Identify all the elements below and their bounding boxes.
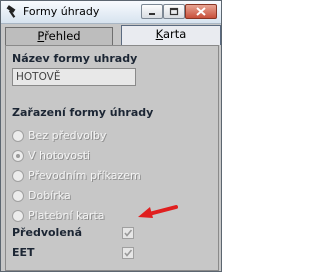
option-label: Bez předvolby: [28, 129, 107, 142]
tab-prehled-label: Přehled: [37, 29, 81, 43]
option-label: Dobírka: [28, 189, 71, 202]
maximize-button[interactable]: [163, 4, 185, 19]
default-checkbox[interactable]: [122, 227, 134, 239]
radio-button[interactable]: [12, 170, 24, 182]
eet-checkbox[interactable]: [122, 247, 134, 259]
checkmark-icon: [124, 229, 133, 237]
tab-prehled[interactable]: Přehled: [5, 27, 113, 45]
option-label: V hotovosti: [28, 149, 91, 162]
red-arrow-icon: [138, 205, 178, 218]
title-bar[interactable]: Formy úhrady: [1, 1, 221, 24]
name-field[interactable]: HOTOVĚ: [12, 68, 136, 86]
minimize-button[interactable]: [141, 4, 163, 19]
tab-karta-label: Karta: [155, 27, 187, 41]
tab-karta[interactable]: Karta: [121, 25, 221, 45]
radio-button-selected[interactable]: [12, 150, 24, 162]
classification-label: Zařazení formy úhrady: [12, 106, 154, 119]
default-label: Předvolená: [12, 226, 83, 239]
window-title: Formy úhrady: [23, 5, 100, 18]
name-label: Název formy uhrady: [12, 52, 138, 65]
hammer-icon: [5, 5, 19, 19]
close-button[interactable]: [185, 4, 217, 19]
close-icon: [196, 7, 206, 16]
minimize-icon: [149, 13, 155, 15]
app-window: Formy úhrady Přehled Karta Název formy u…: [0, 0, 222, 272]
maximize-icon: [169, 7, 179, 16]
option-label: Převodním příkazem: [28, 169, 141, 182]
radio-button[interactable]: [12, 210, 24, 222]
tab-strip: Přehled Karta: [5, 25, 221, 45]
radio-button[interactable]: [12, 130, 24, 142]
tab-panel-karta: Název formy uhrady HOTOVĚ Zařazení formy…: [5, 45, 219, 271]
checkmark-icon: [124, 249, 133, 257]
eet-label: EET: [12, 246, 35, 259]
option-label: Platební karta: [28, 209, 105, 222]
radio-button[interactable]: [12, 190, 24, 202]
